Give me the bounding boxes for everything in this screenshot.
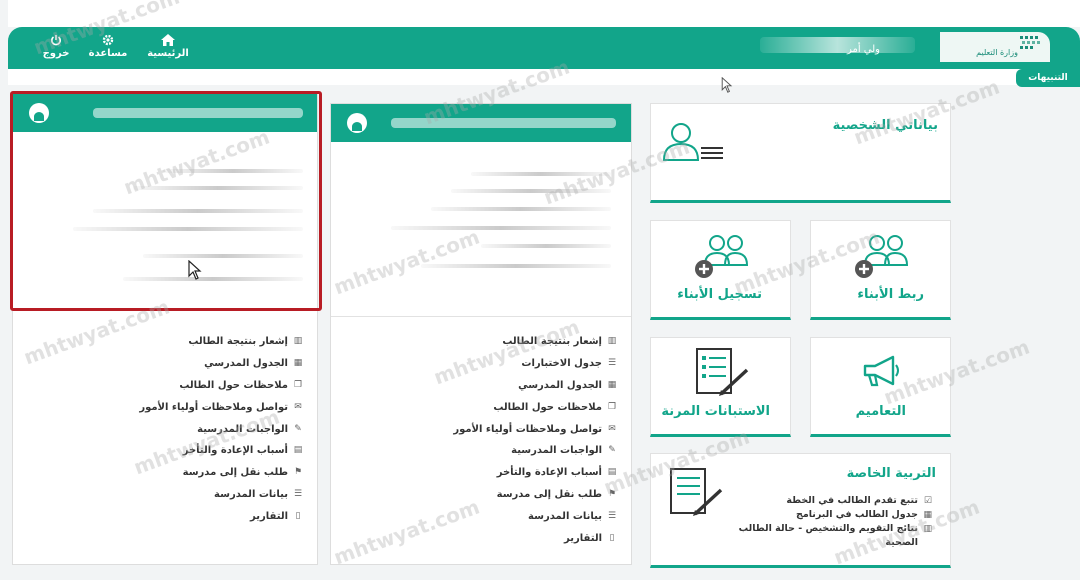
student-panel-1: إشعار بنتيجة الطالب ▥ جدول الاختبارات ☰ ال…: [330, 103, 632, 565]
menu-item[interactable]: الجدول المدرسي ▦: [357, 375, 617, 397]
menu-item[interactable]: الواجبات المدرسية ✎: [357, 440, 617, 462]
student-name-blur: [391, 118, 616, 128]
top-whitespace: [8, 0, 1080, 27]
student-panel-1-menu: إشعار بنتيجة الطالب ▥ جدول الاختبارات ☰ ال…: [357, 331, 617, 549]
menu-item[interactable]: تواصل وملاحظات أولياء الأمور ✉: [357, 418, 617, 440]
ministry-logo-text: وزارة التعليم: [976, 48, 1018, 57]
form-pen-icon: [696, 348, 749, 396]
menu-item[interactable]: الجدول المدرسي ▦: [43, 353, 303, 375]
ministry-logo-icon: [1020, 36, 1040, 49]
chart-icon: ▥: [607, 336, 617, 347]
nav-logout[interactable]: خروج: [26, 34, 86, 59]
add-users-icon: [855, 235, 909, 278]
mouse-cursor-icon: [188, 260, 202, 280]
mouse-cursor-icon: [721, 77, 733, 93]
user-role-label: ولي أمر: [846, 44, 880, 55]
chat-icon: ✉: [608, 423, 616, 434]
file-icon: ▯: [609, 532, 615, 543]
menu-item[interactable]: الواجبات المدرسية ✎: [43, 418, 303, 440]
nav-home[interactable]: الرئيسية: [138, 34, 198, 59]
personal-data-card[interactable]: بياناتي الشخصية: [650, 103, 951, 203]
personal-data-title: بياناتي الشخصية: [832, 118, 938, 133]
info-blur: [391, 226, 611, 230]
info-blur: [421, 264, 611, 268]
ministry-logo: وزارة التعليم: [940, 32, 1050, 62]
info-blur: [481, 244, 611, 248]
menu-item[interactable]: إشعار بنتيجة الطالب ▥: [357, 331, 617, 353]
form-pen-icon: [670, 468, 723, 516]
menu-item[interactable]: بيانات المدرسة ☰: [43, 484, 303, 506]
menu-item[interactable]: إشعار بنتيجة الطالب ▥: [43, 331, 303, 353]
table-icon: ▤: [607, 467, 617, 478]
surveys-title: الاستبانات المرنة: [661, 404, 770, 419]
register-children-title: تسجيل الأبناء: [677, 287, 762, 302]
gear-icon: [102, 34, 114, 46]
avatar: [347, 113, 367, 133]
special-education-list: تتبع تقدم الطالب في الخطة ☑ جدول الطالب ف…: [732, 494, 932, 550]
list-icon: ☰: [607, 358, 617, 369]
student-panel-1-header: [331, 104, 631, 142]
flag-icon: ⚑: [293, 467, 303, 478]
info-blur: [431, 207, 611, 211]
profile-card-icon: [662, 123, 723, 161]
menu-item[interactable]: أسباب الإعادة والتأخر ▤: [43, 440, 303, 462]
calendar-icon: ▦: [293, 358, 303, 369]
calendar-icon: ▦: [607, 379, 617, 390]
chat-icon: ✉: [294, 401, 302, 412]
menu-item[interactable]: التقارير ▯: [43, 505, 303, 527]
link-children-card[interactable]: ربط الأبناء: [810, 220, 951, 320]
notifications-tab[interactable]: التنبيهات: [1016, 69, 1080, 87]
highlight-frame: [10, 91, 322, 311]
special-education-item[interactable]: تتبع تقدم الطالب في الخطة ☑: [732, 494, 932, 508]
link-children-title: ربط الأبناء: [857, 287, 924, 302]
menu-item[interactable]: أسباب الإعادة والتأخر ▤: [357, 462, 617, 484]
edit-icon: ✎: [608, 445, 616, 456]
notes-icon: ❐: [607, 401, 617, 412]
circulars-title: التعاميم: [855, 404, 906, 419]
panel-divider: [331, 316, 631, 317]
edit-icon: ✎: [294, 423, 302, 434]
nav-logout-label: خروج: [42, 48, 70, 59]
check-icon: ☑: [923, 496, 932, 506]
list-icon: ☰: [607, 510, 617, 521]
menu-item[interactable]: ملاحظات حول الطالب ❐: [43, 375, 303, 397]
chart-icon: ▥: [293, 336, 303, 347]
calendar-icon: ▦: [923, 510, 932, 520]
special-education-item[interactable]: جدول الطالب في البرنامج ▦: [732, 508, 932, 522]
user-name-blur: [760, 37, 915, 53]
menu-item[interactable]: طلب نقل إلى مدرسة ⚑: [357, 484, 617, 506]
list-icon: ☰: [293, 488, 303, 499]
special-education-card[interactable]: التربية الخاصة تتبع تقدم الطالب في الخطة…: [650, 453, 951, 568]
add-users-icon: [695, 235, 749, 278]
file-icon: ▯: [295, 510, 301, 521]
surveys-card[interactable]: الاستبانات المرنة: [650, 337, 791, 437]
chart-icon: ▥: [923, 524, 932, 534]
megaphone-icon: [863, 355, 899, 387]
special-education-title: التربية الخاصة: [846, 466, 936, 481]
home-icon: [161, 34, 175, 46]
menu-item[interactable]: ملاحظات حول الطالب ❐: [357, 396, 617, 418]
menu-item[interactable]: طلب نقل إلى مدرسة ⚑: [43, 462, 303, 484]
nav-help-label: مساعدة: [88, 48, 128, 59]
register-children-card[interactable]: تسجيل الأبناء: [650, 220, 791, 320]
circulars-card[interactable]: التعاميم: [810, 337, 951, 437]
flag-icon: ⚑: [607, 488, 617, 499]
info-blur: [451, 189, 611, 193]
power-icon: [51, 35, 61, 46]
table-icon: ▤: [293, 445, 303, 456]
nav-home-label: الرئيسية: [147, 48, 189, 59]
menu-item[interactable]: بيانات المدرسة ☰: [357, 505, 617, 527]
notes-icon: ❐: [293, 379, 303, 390]
menu-item[interactable]: تواصل وملاحظات أولياء الأمور ✉: [43, 396, 303, 418]
menu-item[interactable]: التقارير ▯: [357, 527, 617, 549]
nav-help[interactable]: مساعدة: [78, 34, 138, 59]
notification-strip: [8, 69, 1080, 85]
menu-item[interactable]: جدول الاختبارات ☰: [357, 353, 617, 375]
special-education-item[interactable]: نتائج التقويم والتشخيص - حالة الطالب الص…: [732, 522, 932, 550]
info-blur: [471, 172, 611, 176]
student-panel-2-menu: إشعار بنتيجة الطالب ▥ الجدول المدرسي ▦ ملا…: [43, 331, 303, 527]
